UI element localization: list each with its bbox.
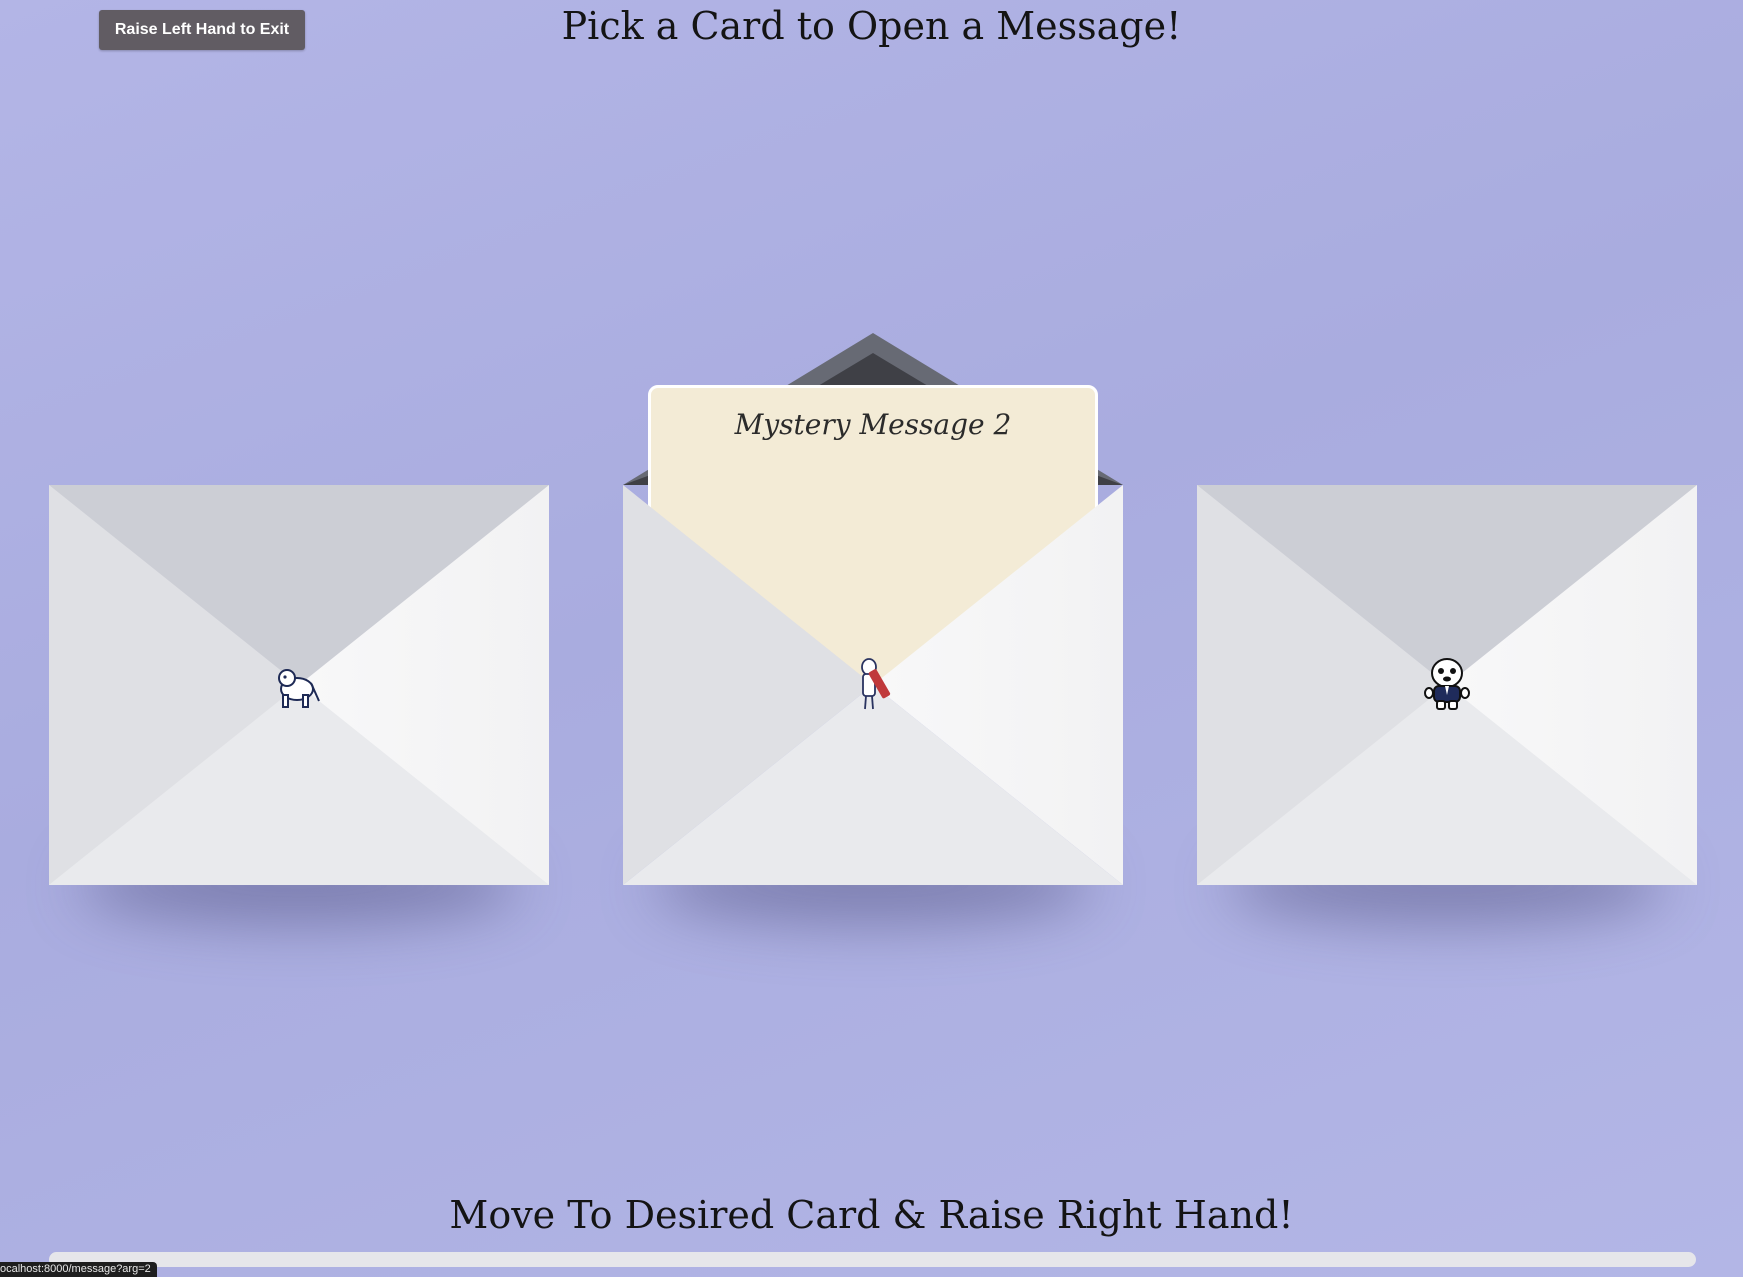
bulldog-mascot-icon <box>1424 658 1470 710</box>
page-title: Pick a Card to Open a Message! <box>561 4 1182 48</box>
envelope-card-3[interactable] <box>1197 485 1697 925</box>
instruction-text: Move To Desired Card & Raise Right Hand! <box>449 1193 1294 1237</box>
envelope-card-2[interactable] <box>623 485 1123 925</box>
progress-bar <box>49 1252 1696 1267</box>
message-title: Mystery Message 2 <box>734 408 1012 441</box>
bulldog-mascot-icon <box>861 658 891 710</box>
status-bar-url: ocalhost:8000/message?arg=2 <box>0 1262 157 1277</box>
bulldog-mascot-icon <box>278 669 320 708</box>
envelope-card-1[interactable] <box>49 485 549 925</box>
